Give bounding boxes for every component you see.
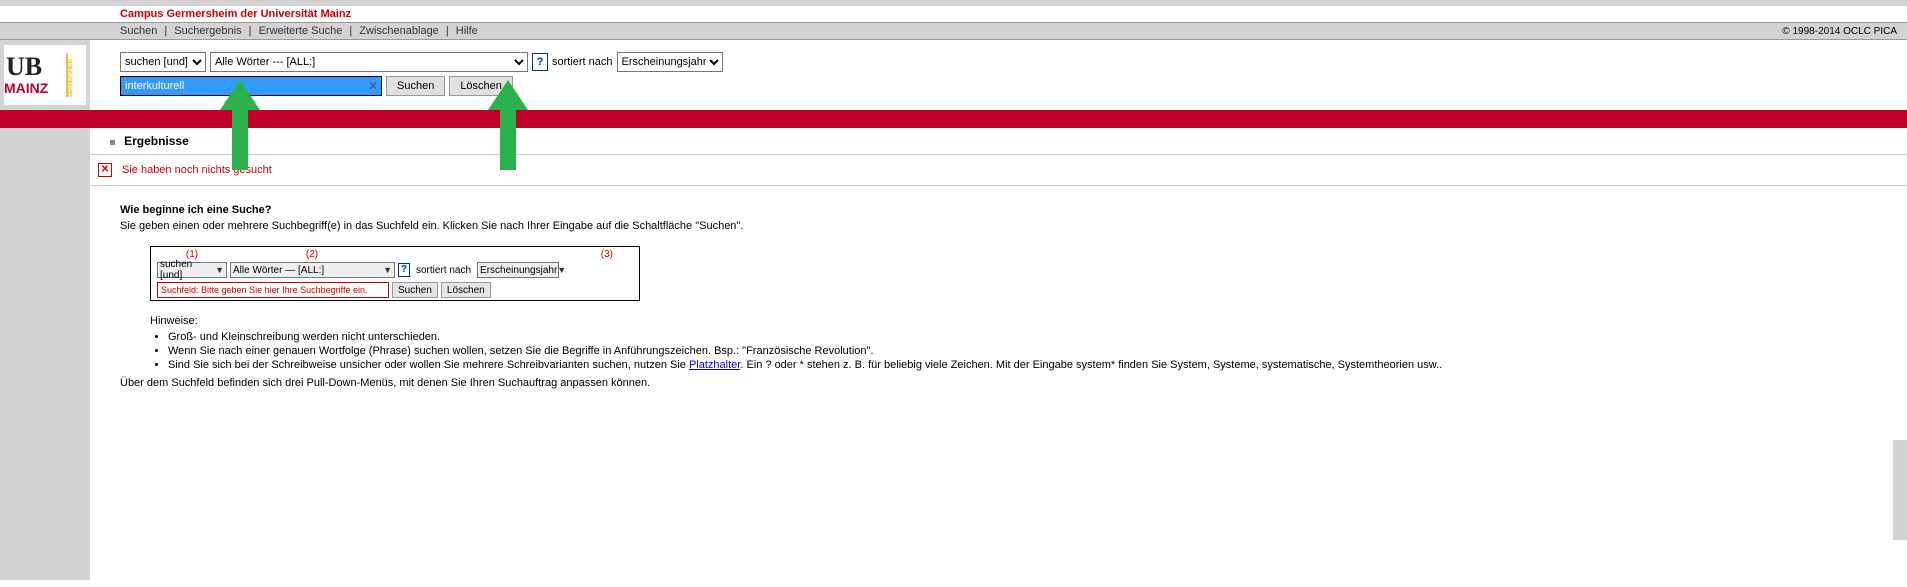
hint-item: Sind Sie sich bei der Schreibweise unsic… — [168, 359, 1887, 371]
search-mode-select[interactable]: suchen [und] — [120, 52, 206, 72]
red-bar — [0, 110, 1907, 128]
example-input: Suchfeld: Bitte geben Sie hier Ihre Such… — [157, 282, 389, 298]
nav-links: Suchen | Suchergebnis | Erweiterte Suche… — [120, 25, 478, 37]
hints-footer: Über dem Suchfeld befinden sich drei Pul… — [120, 377, 1887, 389]
header-title-bar: Campus Germersheim der Universität Mainz — [0, 6, 1907, 22]
nav-suchergebnis[interactable]: Suchergebnis — [174, 25, 241, 37]
help-title: Wie beginne ich eine Suche? — [120, 204, 272, 216]
results-heading: Ergebnisse — [124, 134, 189, 148]
svg-text:GERMERSHEIM: GERMERSHEIM — [68, 59, 74, 97]
nav-bar: Suchen | Suchergebnis | Erweiterte Suche… — [0, 22, 1907, 40]
clear-input-icon[interactable]: ✕ — [368, 79, 378, 93]
right-gray-strip — [1893, 440, 1907, 540]
bullet-icon — [110, 140, 115, 145]
field-help-button[interactable]: ? — [532, 53, 548, 71]
hint-item: Groß- und Kleinschreibung werden nicht u… — [168, 331, 1887, 343]
example-help-icon: ? — [398, 263, 410, 277]
search-button[interactable]: Suchen — [386, 76, 445, 96]
annotation-arrow-1 — [220, 80, 260, 170]
help-content: Wie beginne ich eine Suche? Sie geben ei… — [90, 186, 1907, 413]
svg-text:MAINZ: MAINZ — [4, 80, 49, 96]
search-field-select[interactable]: Alle Wörter --- [ALL:] — [210, 52, 528, 72]
placeholder-link[interactable]: Platzhalter — [689, 359, 740, 371]
example-sort-label: sortiert nach — [416, 265, 471, 276]
nav-suchen[interactable]: Suchen — [120, 25, 157, 37]
logo: UB MAINZ GERMERSHEIM — [4, 45, 86, 105]
hints-section: Hinweise: Groß- und Kleinschreibung werd… — [150, 315, 1887, 371]
example-clear-btn: Löschen — [441, 282, 491, 298]
example-field-select: Alle Wörter — [ALL:]▼ — [230, 262, 395, 278]
site-title-link[interactable]: Campus Germersheim der Universität Mainz — [120, 8, 351, 20]
example-box: (1) (2) (3) suchen [und]▼ Alle Wörter — … — [150, 246, 640, 301]
nav-erweiterte-suche[interactable]: Erweiterte Suche — [259, 25, 343, 37]
example-label-2: (2) — [227, 249, 397, 260]
sort-label: sortiert nach — [552, 56, 613, 68]
results-heading-row: Ergebnisse — [90, 128, 1907, 155]
notice-x-icon: ✕ — [98, 163, 112, 177]
example-mode-select: suchen [und]▼ — [157, 262, 227, 278]
sort-select[interactable]: Erscheinungsjahr — [617, 52, 723, 72]
copyright-text: © 1998-2014 OCLC PICA — [1782, 26, 1897, 37]
nav-zwischenablage[interactable]: Zwischenablage — [359, 25, 439, 37]
search-area: suchen [und] Alle Wörter --- [ALL:] ? so… — [90, 40, 1907, 110]
content-area: suchen [und] Alle Wörter --- [ALL:] ? so… — [90, 40, 1907, 580]
nav-hilfe[interactable]: Hilfe — [456, 25, 478, 37]
hints-title: Hinweise: — [150, 315, 198, 327]
hint-item: Wenn Sie nach einer genauen Wortfolge (P… — [168, 345, 1887, 357]
example-sort-select: Erscheinungsjahr▼ — [477, 262, 559, 278]
example-label-3: (3) — [397, 249, 633, 260]
notice-row: ✕ Sie haben noch nichts gesucht — [90, 155, 1907, 186]
svg-text:UB: UB — [6, 52, 42, 81]
help-intro: Sie geben einen oder mehrere Suchbegriff… — [120, 220, 1887, 232]
example-search-btn: Suchen — [392, 282, 438, 298]
annotation-arrow-2 — [488, 80, 528, 170]
